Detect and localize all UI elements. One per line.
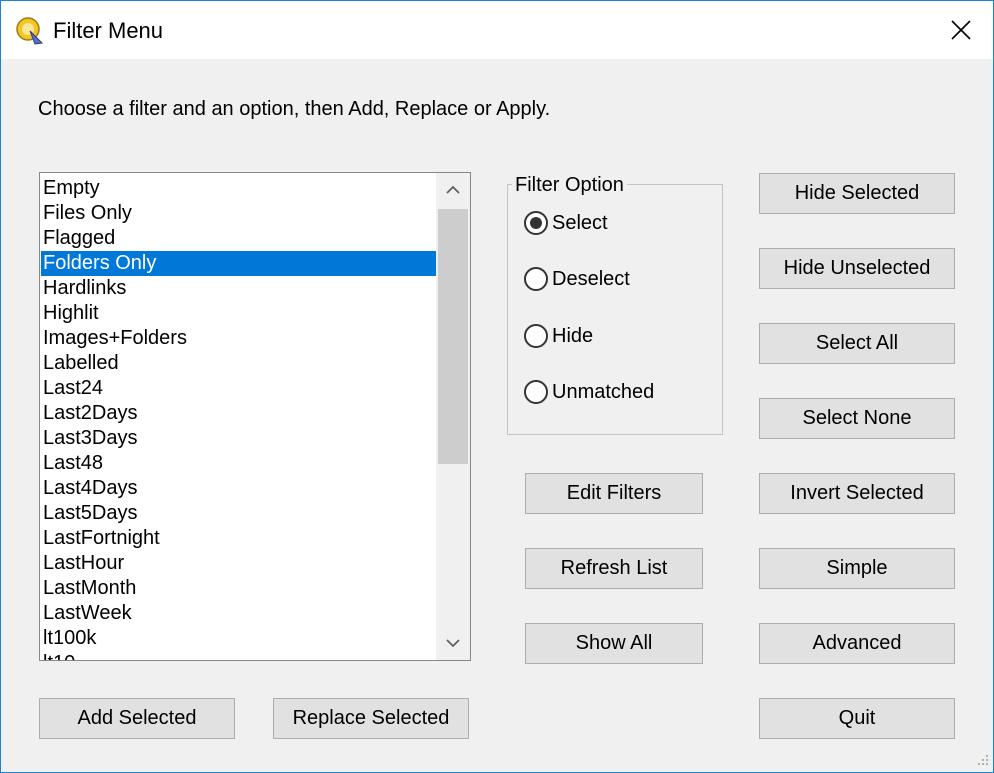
chevron-down-icon: [446, 639, 460, 648]
filter-menu-window: Filter Menu Choose a filter and an optio…: [0, 0, 994, 773]
filter-listbox[interactable]: Empty Files Only Flagged Folders Only Hardli…: [39, 172, 471, 661]
chevron-up-icon: [446, 185, 460, 194]
simple-button[interactable]: Simple: [759, 548, 955, 589]
list-item[interactable]: Labelled: [41, 351, 436, 376]
list-item[interactable]: Last3Days: [41, 426, 436, 451]
list-item[interactable]: Folders Only: [41, 251, 436, 276]
list-item[interactable]: Flagged: [41, 226, 436, 251]
list-item[interactable]: Images+Folders: [41, 326, 436, 351]
list-item[interactable]: LastHour: [41, 551, 436, 576]
radio-label: Select: [552, 211, 608, 234]
select-all-button[interactable]: Select All: [759, 323, 955, 364]
list-item[interactable]: Last5Days: [41, 501, 436, 526]
close-button[interactable]: [929, 1, 993, 59]
list-item[interactable]: Empty: [41, 176, 436, 201]
scroll-up-button[interactable]: [436, 173, 470, 207]
list-item[interactable]: Last24: [41, 376, 436, 401]
filter-option-legend: Filter Option: [512, 174, 627, 197]
scroll-down-button[interactable]: [436, 626, 470, 660]
radio-dot-icon: [530, 217, 542, 229]
list-item[interactable]: Last48: [41, 451, 436, 476]
radio-button-icon[interactable]: [524, 267, 548, 291]
title-bar[interactable]: Filter Menu: [1, 1, 993, 59]
list-item[interactable]: LastFortnight: [41, 526, 436, 551]
hide-selected-button[interactable]: Hide Selected: [759, 173, 955, 214]
invert-selected-button[interactable]: Invert Selected: [759, 473, 955, 514]
radio-hide[interactable]: Hide: [524, 324, 593, 348]
close-icon: [951, 20, 971, 40]
radio-label: Deselect: [552, 267, 630, 290]
advanced-button[interactable]: Advanced: [759, 623, 955, 664]
list-item[interactable]: LastWeek: [41, 601, 436, 626]
radio-button-icon[interactable]: [524, 380, 548, 404]
list-scrollbar[interactable]: [436, 173, 470, 660]
list-item[interactable]: Hardlinks: [41, 276, 436, 301]
select-none-button[interactable]: Select None: [759, 398, 955, 439]
add-selected-button[interactable]: Add Selected: [39, 698, 235, 739]
refresh-list-button[interactable]: Refresh List: [525, 548, 703, 589]
list-item[interactable]: Files Only: [41, 201, 436, 226]
scroll-thumb[interactable]: [438, 209, 468, 464]
filter-app-icon: [16, 17, 44, 45]
filter-option-group: Filter Option Select Deselect Hide Unmatche…: [507, 174, 723, 435]
list-item[interactable]: Last2Days: [41, 401, 436, 426]
list-item[interactable]: lt10: [41, 651, 436, 660]
radio-button-icon[interactable]: [524, 211, 548, 235]
list-item[interactable]: Last4Days: [41, 476, 436, 501]
radio-unmatched[interactable]: Unmatched: [524, 380, 654, 404]
radio-deselect[interactable]: Deselect: [524, 267, 630, 291]
replace-selected-button[interactable]: Replace Selected: [273, 698, 469, 739]
list-item[interactable]: lt100k: [41, 626, 436, 651]
radio-label: Unmatched: [552, 380, 655, 403]
radio-label: Hide: [552, 324, 594, 347]
hide-unselected-button[interactable]: Hide Unselected: [759, 248, 955, 289]
show-all-button[interactable]: Show All: [525, 623, 703, 664]
radio-select[interactable]: Select: [524, 211, 608, 235]
quit-button[interactable]: Quit: [759, 698, 955, 739]
filter-list: Empty Files Only Flagged Folders Only Hardli…: [41, 176, 436, 660]
radio-button-icon[interactable]: [524, 324, 548, 348]
list-item[interactable]: Highlit: [41, 301, 436, 326]
list-item[interactable]: LastMonth: [41, 576, 436, 601]
instructions-text: Choose a filter and an option, then Add,…: [38, 98, 551, 120]
edit-filters-button[interactable]: Edit Filters: [525, 473, 703, 514]
window-title: Filter Menu: [53, 18, 164, 43]
resize-grip-icon[interactable]: [972, 751, 990, 769]
